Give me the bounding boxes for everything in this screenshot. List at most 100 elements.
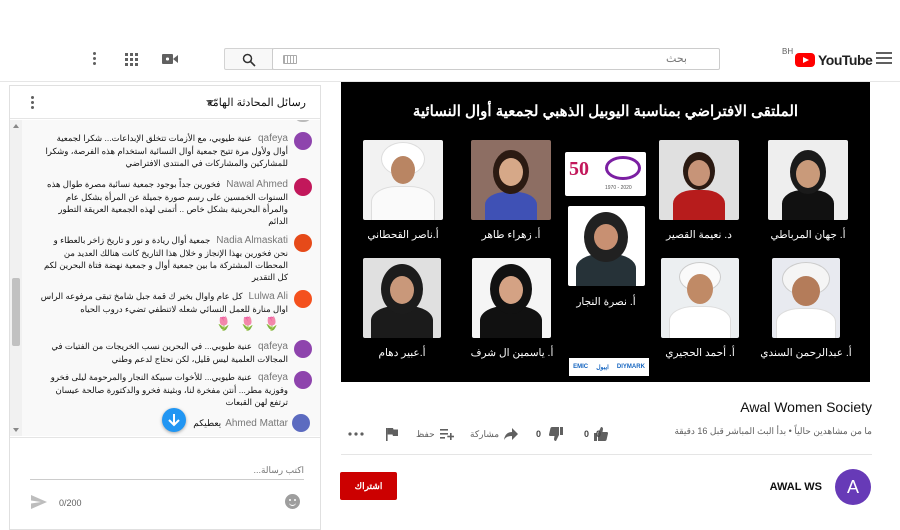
chat-more-icon[interactable] <box>31 96 34 111</box>
chat-author: qafeya <box>257 133 288 144</box>
chat-message: qafeyaعنية طيوبي... للأخوات سبيكة النجار… <box>40 371 312 408</box>
share-icon <box>504 428 519 440</box>
scrollbar-thumb[interactable] <box>12 278 20 346</box>
chat-message: qafeyaعنية طيوبي، مع الأزمات تتخلق الإبد… <box>40 132 312 169</box>
speaker-name: د. نعيمة القصير <box>666 229 732 241</box>
anniversary-logo: 50 1970 - 2020 <box>565 152 646 196</box>
more-vert-icon[interactable] <box>93 52 97 66</box>
send-icon[interactable] <box>31 495 47 509</box>
anniversary-number: 50 <box>569 158 589 180</box>
chat-mode-selector[interactable]: رسائل المحادثة الهامّة <box>207 96 306 109</box>
scroll-up-arrow-icon[interactable] <box>13 124 19 128</box>
avatar <box>294 340 312 358</box>
chat-author: Nawal Ahmed <box>226 179 288 190</box>
dislike-button[interactable] <box>549 424 563 444</box>
anniversary-years: 1970 - 2020 <box>605 185 632 191</box>
region-code: BH <box>782 47 794 56</box>
chat-text: عنية طيوبي... في البحرين نسب الخريجات من… <box>51 341 288 364</box>
divider <box>341 454 872 455</box>
chat-text: عنية طيوبي... للأخوات سبيكة النجار والمر… <box>50 372 288 407</box>
speaker-name: أ. عبدالرحمن السندي <box>760 347 852 359</box>
chat-author: Ahmed Mattar <box>225 418 288 429</box>
thumbs-down-icon <box>549 427 563 441</box>
channel-avatar[interactable]: A <box>835 469 871 505</box>
search-button[interactable] <box>224 48 273 70</box>
chat-author: Nadia Almaskati <box>216 235 288 246</box>
speaker-name: أ. جهان المرباطي <box>770 229 846 241</box>
chat-author: qafeya <box>257 372 288 383</box>
dislike-count: 0 <box>536 429 542 439</box>
chat-message-input[interactable] <box>30 460 304 480</box>
chat-scrollbar[interactable] <box>10 120 22 436</box>
menu-icon[interactable] <box>876 52 892 64</box>
chat-input-area: 0/200 <box>10 437 320 529</box>
youtube-play-icon <box>795 53 815 67</box>
speaker-name: أ.ناصر القحطاني <box>367 229 439 241</box>
scroll-down-arrow-icon[interactable] <box>13 428 19 432</box>
search-input[interactable] <box>303 51 687 67</box>
share-label: مشاركة <box>470 428 500 439</box>
subscribe-button[interactable]: اشتراك <box>340 472 397 500</box>
avatar <box>294 178 312 196</box>
speaker-photo <box>363 258 441 338</box>
youtube-wordmark: YouTube <box>818 52 873 68</box>
avatar <box>294 132 312 150</box>
speaker-photo <box>568 206 645 286</box>
chat-message: Nawal Ahmedفخورين جداً بوجود جمعية نسائي… <box>40 178 312 227</box>
speaker-photo <box>768 140 848 220</box>
speaker-photo <box>659 140 739 220</box>
speaker-photo <box>472 258 551 338</box>
arrow-down-icon <box>168 414 180 427</box>
share-button[interactable]: مشاركة <box>470 424 519 444</box>
speaker-name: أ. ياسمين ال شرف <box>470 347 554 359</box>
tulip-emojis: 🌷🌷🌷 <box>215 316 288 331</box>
channel-name[interactable]: AWAL WS <box>700 481 822 493</box>
sponsor-logo: EMIC <box>573 364 589 370</box>
sponsor-logo: ايبول <box>596 364 609 371</box>
chat-text: عنية طيوبي، مع الأزمات تتخلق الإبداعات..… <box>45 133 288 168</box>
speaker-name: أ. أحمد الحجيري <box>665 347 735 359</box>
speaker-photo <box>471 140 551 220</box>
video-player[interactable]: الملتقى الافتراضي بمناسبة اليوبيل الذهبي… <box>341 82 870 382</box>
apps-grid-icon[interactable] <box>125 53 138 66</box>
live-chat-panel: رسائل المحادثة الهامّة qafeyaعنية طيوبي،… <box>9 85 321 530</box>
avatar <box>294 120 312 122</box>
chat-message: qafeyaعنية طيوبي... في البحرين نسب الخري… <box>40 340 312 365</box>
search-icon <box>242 53 256 67</box>
video-meta: ما من مشاهدين حالياً • بدأ البث المباشر … <box>674 426 872 436</box>
speaker-photo <box>363 140 443 220</box>
scroll-to-bottom-button[interactable] <box>162 408 186 432</box>
chat-message-list[interactable]: qafeyaعنية طيوبي، مع الأزمات تتخلق الإبد… <box>10 120 320 436</box>
report-button[interactable] <box>386 424 398 444</box>
flag-icon <box>386 427 398 441</box>
search-box <box>272 48 720 70</box>
speaker-photo <box>772 258 840 338</box>
chat-text: يعطيكم <box>193 418 222 428</box>
video-title: Awal Women Society <box>740 399 872 415</box>
masthead: BH YouTube <box>0 38 900 82</box>
more-actions-button[interactable] <box>348 424 364 444</box>
char-count: 0/200 <box>59 498 82 508</box>
chat-author: Lulwa Ali <box>248 291 288 302</box>
chat-message: Nadia Almaskatiجمعية أوال ريادة و نور و … <box>40 234 312 283</box>
speaker-photo <box>661 258 739 338</box>
emoji-icon[interactable] <box>285 494 300 509</box>
chat-message: Lulwa Aliكل عام واوال بخير ك قمة جبل شام… <box>40 290 312 331</box>
society-emblem-icon <box>605 156 641 180</box>
like-count: 0 <box>584 429 590 439</box>
create-video-icon[interactable] <box>162 53 178 65</box>
keyboard-icon[interactable] <box>283 55 297 64</box>
avatar <box>294 290 312 308</box>
youtube-page: BH YouTube رسائل المحادثة الهامّة qafeya… <box>0 0 900 530</box>
avatar <box>294 371 312 389</box>
chat-author: qafeya <box>257 341 288 352</box>
save-button[interactable]: حفظ <box>416 424 454 444</box>
like-count-label: 0 <box>596 429 602 439</box>
avatar <box>294 234 312 252</box>
video-banner-title: الملتقى الافتراضي بمناسبة اليوبيل الذهبي… <box>412 103 799 120</box>
like-button[interactable]: 0 <box>584 424 608 444</box>
save-label: حفظ <box>416 428 435 439</box>
more-horiz-icon <box>348 432 364 436</box>
playlist-add-icon <box>439 429 454 440</box>
chat-message: Ahmed Mattarيعطيكم <box>170 414 310 432</box>
